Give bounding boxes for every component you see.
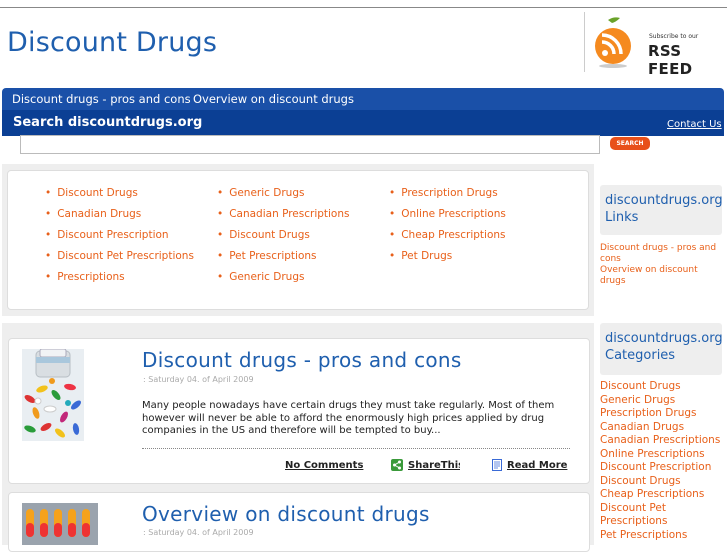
list-item[interactable]: Pet Drugs — [389, 250, 506, 271]
list-item[interactable]: Canadian Drugs — [45, 208, 194, 229]
category-link[interactable]: Discount Drugs — [600, 475, 725, 489]
list-item[interactable]: Prescription Drugs — [389, 187, 506, 208]
category-link[interactable]: Discount Pet Prescriptions — [600, 502, 700, 529]
sidebar-links-list: Discount drugs - pros and cons Overview … — [600, 243, 725, 287]
category-link[interactable]: Discount Prescription — [600, 461, 725, 475]
sidebar-categories-list: Discount Drugs Generic Drugs Prescriptio… — [600, 380, 725, 542]
category-link[interactable]: Canadian Prescriptions — [600, 434, 725, 448]
post-date: : Saturday 04. of April 2009 — [143, 375, 254, 384]
post-date: : Saturday 04. of April 2009 — [143, 528, 254, 537]
share-icon[interactable] — [391, 459, 403, 471]
capsules-image — [22, 503, 98, 545]
list-item[interactable]: Generic Drugs — [217, 187, 350, 208]
header-divider — [584, 12, 585, 72]
list-item[interactable]: Discount Prescription — [45, 229, 194, 250]
list-item[interactable]: Discount Pet Prescriptions — [45, 250, 194, 271]
list-item[interactable]: Prescriptions — [45, 271, 194, 292]
contact-us-link[interactable]: Contact Us — [667, 119, 722, 130]
rss-subscribe-text: Subscribe to our — [649, 33, 699, 40]
rss-feed-icon[interactable] — [590, 16, 636, 68]
sidebar-links-title: discountdrugs.org Links — [605, 193, 723, 225]
category-link[interactable]: Pet Prescriptions — [600, 529, 725, 543]
sidebar-links-header: discountdrugs.org Links — [600, 185, 723, 235]
post-title[interactable]: Overview on discount drugs — [142, 502, 430, 526]
category-link[interactable]: Online Prescriptions — [600, 448, 725, 462]
sidebar-categories-header: discountdrugs.org Categories — [600, 323, 723, 375]
list-item[interactable]: Discount Drugs — [217, 229, 350, 250]
links-column-2: Generic Drugs Canadian Prescriptions Dis… — [217, 187, 350, 292]
site-title[interactable]: Discount Drugs — [7, 27, 217, 58]
search-input[interactable] — [20, 135, 600, 154]
links-column-1: Discount Drugs Canadian Drugs Discount P… — [45, 187, 194, 292]
search-label: Search discountdrugs.org — [13, 115, 203, 130]
document-icon — [492, 459, 502, 471]
category-link[interactable]: Cheap Prescriptions — [600, 488, 725, 502]
category-link[interactable]: Generic Drugs — [600, 394, 725, 408]
top-rule — [0, 7, 727, 8]
list-item[interactable]: Canadian Prescriptions — [217, 208, 349, 229]
list-item[interactable]: Pet Prescriptions — [217, 250, 350, 271]
read-more-link[interactable]: Read More — [507, 460, 567, 471]
rss-feed-label[interactable]: RSS FEED — [648, 42, 727, 78]
no-comments-link[interactable]: No Comments — [285, 460, 363, 471]
nav-item-pros-cons[interactable]: Discount drugs - pros and cons — [12, 92, 191, 106]
sidebar-link[interactable]: Overview on discount drugs — [600, 265, 725, 287]
pills-image — [22, 349, 84, 441]
list-item[interactable]: Generic Drugs — [217, 271, 350, 292]
list-item[interactable]: Discount Drugs — [45, 187, 194, 208]
post-divider — [142, 448, 570, 449]
category-link[interactable]: Discount Drugs — [600, 380, 725, 394]
post-excerpt: Many people nowadays have certain drugs … — [142, 400, 555, 436]
list-item[interactable]: Online Prescriptions — [389, 208, 506, 229]
nav-item-overview[interactable]: Overview on discount drugs — [193, 92, 354, 106]
category-link[interactable]: Prescription Drugs — [600, 407, 725, 421]
sidebar-link[interactable]: Discount drugs - pros and cons — [600, 243, 725, 265]
sidebar-categories-title: discountdrugs.org Categories — [605, 331, 723, 363]
post-title[interactable]: Discount drugs - pros and cons — [142, 348, 462, 372]
list-item[interactable]: Cheap Prescriptions — [389, 229, 506, 250]
links-column-3: Prescription Drugs Online Prescriptions … — [389, 187, 506, 271]
category-link[interactable]: Canadian Drugs — [600, 421, 725, 435]
sharethis-link[interactable]: ShareThis — [408, 460, 460, 471]
search-button[interactable]: SEARCH — [610, 137, 650, 150]
